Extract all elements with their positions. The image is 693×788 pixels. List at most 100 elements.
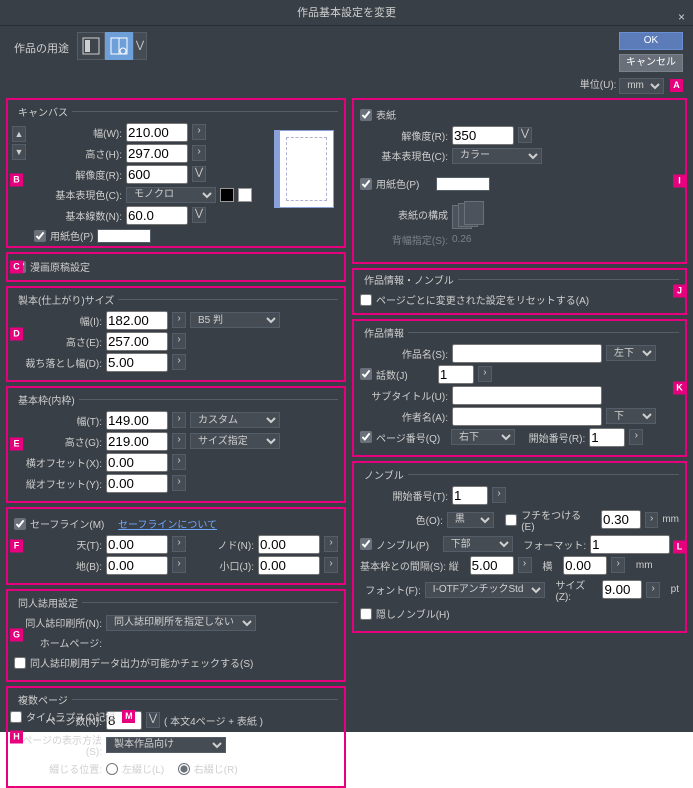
ok-button[interactable]: OK bbox=[619, 32, 683, 50]
pageno-check[interactable] bbox=[360, 431, 372, 443]
nb-gaph-input[interactable] bbox=[563, 556, 607, 575]
safeline-check[interactable] bbox=[14, 518, 26, 530]
cover-check[interactable] bbox=[360, 109, 372, 121]
worktitle-input[interactable] bbox=[452, 344, 602, 363]
nodo-input[interactable] bbox=[258, 535, 320, 554]
nb-pos-select[interactable]: 下部 bbox=[443, 536, 513, 552]
inner-height-label: 高さ(G): bbox=[14, 434, 102, 449]
width-step[interactable]: › bbox=[192, 124, 206, 140]
doujin-check-output[interactable] bbox=[14, 657, 26, 669]
finish-preset-select[interactable]: B5 判 bbox=[190, 312, 280, 328]
bleed-step[interactable]: › bbox=[172, 354, 186, 370]
episode-check[interactable] bbox=[360, 368, 372, 380]
nb-start-step[interactable]: › bbox=[492, 487, 506, 503]
startno-input[interactable] bbox=[589, 428, 625, 447]
cover-res-label: 解像度(R): bbox=[360, 128, 448, 143]
inner-height-input[interactable] bbox=[106, 432, 168, 451]
rotate-down-button[interactable]: ▼ bbox=[12, 144, 26, 160]
pages-legend: 複数ページ bbox=[14, 692, 72, 707]
author-pos-select[interactable]: 下 bbox=[606, 408, 656, 424]
nb-color-select[interactable]: 黒 bbox=[447, 512, 495, 528]
nb-gapv-input[interactable] bbox=[470, 556, 514, 575]
nb-fmt-input[interactable] bbox=[590, 535, 670, 554]
nb-gaph-step[interactable]: › bbox=[611, 557, 625, 573]
hoff-input[interactable] bbox=[106, 453, 168, 472]
papercolor-swatch[interactable] bbox=[97, 229, 151, 243]
nb-color-label: 色(O): bbox=[360, 512, 443, 527]
koguchi-step[interactable]: › bbox=[324, 557, 338, 573]
printer-select[interactable]: 同人誌印刷所を指定しない bbox=[106, 615, 256, 631]
cover-res-input[interactable] bbox=[452, 126, 514, 145]
bind-right-radio[interactable] bbox=[178, 763, 190, 775]
info-legend: 作品情報 bbox=[360, 325, 408, 340]
cover-papercolor-check[interactable] bbox=[360, 178, 372, 190]
nb-edge-step[interactable]: › bbox=[645, 512, 658, 528]
canvas-width-input[interactable] bbox=[126, 123, 188, 142]
purpose-more-button[interactable]: ⋁ bbox=[133, 32, 147, 60]
papercolor-check[interactable] bbox=[34, 230, 46, 242]
linew-step[interactable]: ⋁ bbox=[192, 207, 206, 223]
safeline-link[interactable]: セーフラインについて bbox=[118, 516, 217, 531]
canvas-basecolor-select[interactable]: モノクロ bbox=[126, 187, 216, 203]
close-icon[interactable]: × bbox=[678, 4, 685, 30]
nb-font-select[interactable]: I-OTFアンチックStd B bbox=[425, 582, 545, 598]
inner-h-step[interactable]: › bbox=[172, 433, 186, 449]
purpose-illustration-button[interactable] bbox=[77, 32, 105, 60]
finish-width-input[interactable] bbox=[106, 311, 168, 330]
nb-size-input[interactable] bbox=[602, 580, 642, 599]
nb-gapv-step[interactable]: › bbox=[518, 557, 532, 573]
nb-hidden-check[interactable] bbox=[360, 608, 372, 620]
chi-input[interactable] bbox=[106, 556, 168, 575]
reset-perpage-check[interactable] bbox=[360, 294, 372, 306]
inner-preset-select[interactable]: カスタム bbox=[190, 412, 280, 428]
pageno-pos-select[interactable]: 右下 bbox=[451, 429, 515, 445]
pagecount-step[interactable]: ⋁ bbox=[146, 712, 160, 728]
bind-left-radio[interactable] bbox=[106, 763, 118, 775]
koguchi-input[interactable] bbox=[258, 556, 320, 575]
purpose-comic-button[interactable] bbox=[105, 32, 133, 60]
nb-edge-check[interactable] bbox=[505, 514, 517, 526]
chi-step[interactable]: › bbox=[172, 557, 186, 573]
finish-w-step[interactable]: › bbox=[172, 312, 186, 328]
author-input[interactable] bbox=[452, 407, 602, 426]
canvas-linewidth-input[interactable] bbox=[126, 206, 188, 225]
unit-select[interactable]: mm bbox=[619, 78, 664, 94]
inner-width-input[interactable] bbox=[106, 411, 168, 430]
ten-step[interactable]: › bbox=[172, 536, 186, 552]
ten-input[interactable] bbox=[106, 535, 168, 554]
height-step[interactable]: › bbox=[192, 145, 206, 161]
pagedisp-select[interactable]: 製本作品向け bbox=[106, 737, 226, 753]
finish-height-input[interactable] bbox=[106, 332, 168, 351]
cover-struct-icon[interactable] bbox=[452, 201, 486, 229]
canvas-height-input[interactable] bbox=[126, 144, 188, 163]
startno-step[interactable]: › bbox=[629, 429, 643, 445]
episode-step[interactable]: › bbox=[478, 366, 492, 382]
timelapse-check[interactable] bbox=[10, 711, 22, 723]
inner-size-select[interactable]: サイズ指定 bbox=[190, 433, 280, 449]
cancel-button[interactable]: キャンセル bbox=[619, 54, 683, 72]
inner-w-step[interactable]: › bbox=[172, 412, 186, 428]
nb-size-step[interactable]: › bbox=[646, 582, 659, 598]
swatch-white[interactable] bbox=[238, 188, 252, 202]
voff-step[interactable]: › bbox=[172, 475, 186, 491]
worktitle-pos-select[interactable]: 左下 bbox=[606, 345, 656, 361]
bleed-input[interactable] bbox=[106, 353, 168, 372]
cover-basecolor-select[interactable]: カラー bbox=[452, 148, 542, 164]
subtitle-input[interactable] bbox=[452, 386, 602, 405]
nb-start-input[interactable] bbox=[452, 486, 488, 505]
nb-check[interactable] bbox=[360, 538, 372, 550]
nb-pt: pt bbox=[671, 584, 679, 595]
homepage-label: ホームページ: bbox=[14, 635, 102, 650]
cover-res-step[interactable]: ⋁ bbox=[518, 127, 532, 143]
nodo-step[interactable]: › bbox=[324, 536, 338, 552]
hoff-step[interactable]: › bbox=[172, 454, 186, 470]
res-step[interactable]: ⋁ bbox=[192, 166, 206, 182]
finish-h-step[interactable]: › bbox=[172, 333, 186, 349]
voff-input[interactable] bbox=[106, 474, 168, 493]
nb-edge-input[interactable] bbox=[601, 510, 641, 529]
episode-input[interactable] bbox=[438, 365, 474, 384]
cover-papercolor-swatch[interactable] bbox=[436, 177, 490, 191]
canvas-res-input[interactable] bbox=[126, 165, 188, 184]
rotate-up-button[interactable]: ▲ bbox=[12, 126, 26, 142]
swatch-black[interactable] bbox=[220, 188, 234, 202]
